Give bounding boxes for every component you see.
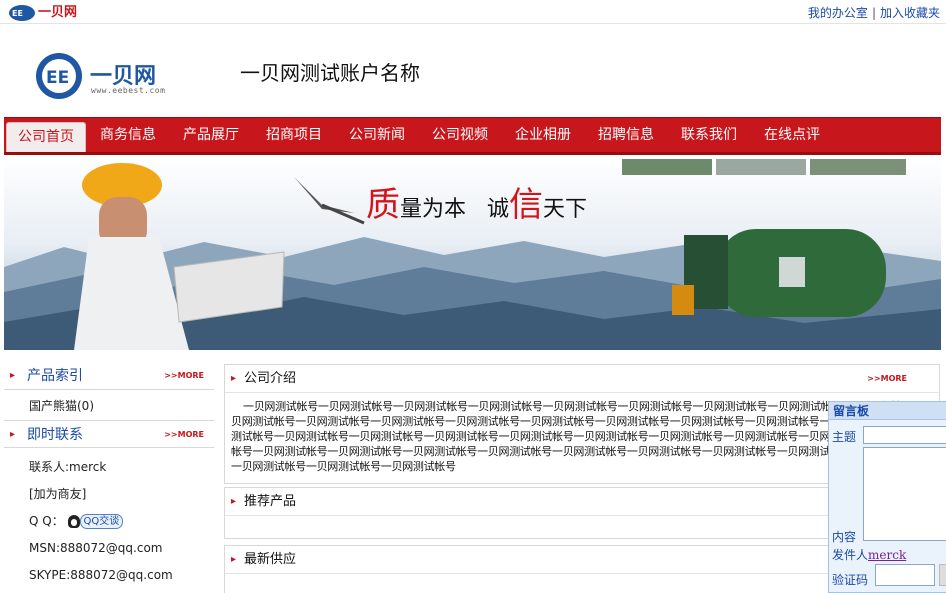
arrow-icon: ▸ [231,373,237,384]
captcha-input[interactable] [875,564,935,586]
slogan-part1: 量为本 [400,197,467,222]
msn-contact: MSN:888072@qq.com [29,541,163,555]
subject-label: 主题 [832,430,857,444]
message-board: 留言板 主题 内容 发件人merck 验证码 [828,401,946,593]
nav-item-jobs[interactable]: 招聘信息 [590,118,662,152]
sender-label: 发件人 [832,548,869,562]
company-intro-more-link[interactable]: >>MORE [867,365,907,393]
nav-item-reviews[interactable]: 在线点评 [756,118,828,152]
slogan-part2: 天下 [543,197,588,222]
slogan-char-trust: 信 [509,185,544,225]
content-textarea[interactable] [863,447,946,541]
main-nav: 公司首页 商务信息 产品展厅 招商项目 公司新闻 公司视频 企业相册 招聘信息 … [4,117,941,155]
nav-item-home[interactable]: 公司首页 [6,122,86,152]
arrow-icon: ▸ [231,554,237,565]
nav-item-investment[interactable]: 招商项目 [258,118,330,152]
qq-line: Q Q： QQ交谈 [4,508,214,535]
add-favorite-link[interactable]: 加入收藏夹 [880,6,940,20]
subject-input[interactable] [863,426,946,444]
product-index-title: 产品索引 [27,368,83,384]
qq-label: Q Q： [29,514,64,528]
nav-item-video[interactable]: 公司视频 [424,118,496,152]
contact-more-link[interactable]: >>MORE [164,421,204,449]
arrow-icon: ▸ [10,370,16,381]
nav-item-business-info[interactable]: 商务信息 [92,118,164,152]
sender-line: 发件人merck [832,546,906,563]
product-index-more-link[interactable]: >>MORE [164,362,204,390]
qq-chat-button[interactable]: QQ交谈 [79,514,124,529]
content-label: 内容 [832,530,857,544]
company-name: 一贝网测试账户名称 [240,61,420,85]
nav-item-news[interactable]: 公司新闻 [341,118,413,152]
banner: 质量为本 诚信天下 [4,157,941,350]
company-intro-header: ▸ 公司介绍 >>MORE [225,365,939,393]
captcha-image [939,564,946,586]
latest-supply-title: 最新供应 [244,552,297,567]
eebest-logo-icon: EE [36,53,82,99]
sidebar: ▸ 产品索引 >>MORE 国产熊猫(0) ▸ 即时联系 >>MORE 联系人:… [4,362,214,589]
banner-slogan: 质量为本 诚信天下 [366,177,587,226]
company-intro-title: 公司介绍 [244,371,297,386]
slogan-part2-pre: 诚 [487,197,510,222]
sender-name-link[interactable]: merck [868,548,906,562]
site-header: EE 一贝网 www.eebest.com 一贝网测试账户名称 [0,25,946,117]
captcha-label: 验证码 [832,573,869,587]
message-board-title: 留言板 [829,402,946,420]
top-logo-text: 一贝网 [38,5,77,20]
nav-item-album[interactable]: 企业相册 [507,118,579,152]
top-links: 我的办公室 | 加入收藏夹 [808,4,940,21]
add-partner-link[interactable]: [加为商友] [4,481,214,508]
slogan-char-quality: 质 [366,185,400,225]
qq-penguin-icon [67,515,80,528]
my-office-link[interactable]: 我的办公室 [808,6,868,20]
top-bar: EE 一贝网 我的办公室 | 加入收藏夹 [0,0,946,24]
contact-header: ▸ 即时联系 >>MORE [4,420,214,448]
skype-contact: SKYPE:888072@qq.com [29,568,173,582]
logo-url: www.eebest.com [91,86,166,95]
recommended-products-title: 推荐产品 [244,494,297,509]
svg-text:EE: EE [46,68,69,88]
top-link-separator: | [871,6,876,20]
arrow-icon: ▸ [231,496,237,507]
product-index-item[interactable]: 国产熊猫(0) [4,392,214,420]
site-logo-small[interactable]: EE 一贝网 [8,2,104,22]
svg-text:EE: EE [12,9,23,18]
product-index-header: ▸ 产品索引 >>MORE [4,362,214,390]
contact-title: 即时联系 [27,427,83,443]
site-logo[interactable]: EE 一贝网 www.eebest.com [35,50,185,102]
contact-person: 联系人:merck [29,460,107,474]
nav-item-contact[interactable]: 联系我们 [673,118,745,152]
nav-item-products[interactable]: 产品展厅 [175,118,247,152]
arrow-icon: ▸ [10,429,16,440]
